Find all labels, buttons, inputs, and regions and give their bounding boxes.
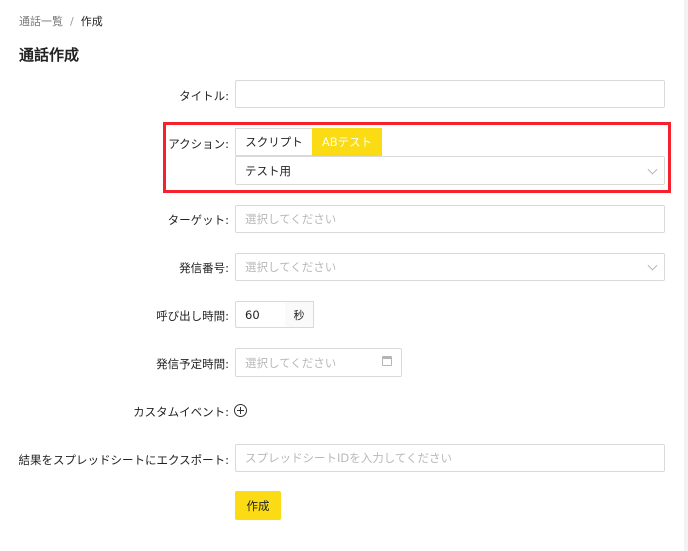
- caller-number-select[interactable]: 選択してください: [235, 253, 665, 281]
- spreadsheet-id-placeholder: スプレッドシートIDを入力してください: [245, 451, 453, 465]
- call-time-unit: 秒: [285, 301, 314, 328]
- calendar-icon: [382, 356, 392, 366]
- scroll-edge: [684, 0, 688, 551]
- page-title: 通話作成: [19, 46, 80, 64]
- target-select[interactable]: 選択してください: [235, 205, 665, 233]
- spreadsheet-label: 結果をスプレッドシートにエクスポート:: [18, 453, 229, 467]
- caller-number-placeholder: 選択してください: [245, 260, 337, 274]
- custom-event-label: カスタムイベント:: [133, 405, 229, 419]
- caller-number-label: 発信番号:: [179, 261, 229, 275]
- breadcrumb: 通話一覧 / 作成: [19, 13, 103, 29]
- scheduled-time-picker[interactable]: 選択してください: [235, 348, 402, 377]
- breadcrumb-separator: /: [70, 15, 74, 28]
- highlight-box: [163, 122, 671, 193]
- title-input[interactable]: [235, 80, 665, 108]
- breadcrumb-root-link[interactable]: 通話一覧: [19, 15, 63, 28]
- create-button[interactable]: 作成: [235, 491, 281, 520]
- target-placeholder: 選択してください: [245, 212, 337, 226]
- target-label: ターゲット:: [167, 213, 229, 227]
- call-time-input[interactable]: 60: [235, 301, 286, 328]
- call-time-label: 呼び出し時間:: [156, 309, 229, 323]
- breadcrumb-current: 作成: [80, 15, 103, 28]
- call-time-value: 60: [245, 307, 260, 322]
- chevron-down-icon: [647, 260, 658, 271]
- spreadsheet-id-input[interactable]: スプレッドシートIDを入力してください: [235, 444, 665, 472]
- add-circle-icon[interactable]: [234, 404, 247, 417]
- scheduled-time-label: 発信予定時間:: [156, 357, 229, 371]
- title-label: タイトル:: [179, 89, 229, 103]
- scheduled-time-placeholder: 選択してください: [245, 355, 337, 370]
